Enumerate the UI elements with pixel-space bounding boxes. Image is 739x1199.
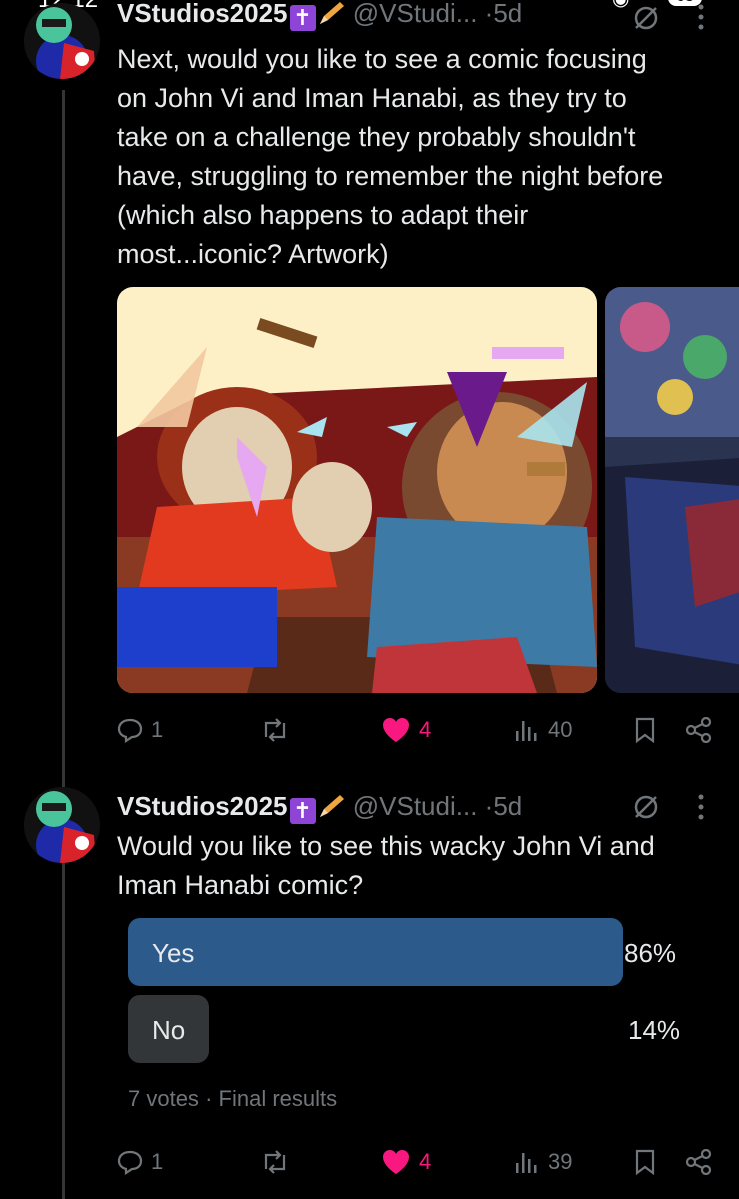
poll-option-label: No [152,1015,186,1045]
share-icon [685,717,712,743]
display-name[interactable]: VStudios2025 [117,791,288,821]
thread-connector-line [62,90,65,1199]
repost-button[interactable] [260,1142,298,1182]
avatar[interactable] [24,787,100,863]
bookmark-button[interactable] [633,1142,657,1182]
avatar-image [24,787,100,863]
poll-option-percent: 14% [628,1015,681,1045]
movie-poster-image [605,287,739,693]
tweet-actions: 1 4 40 [117,710,717,750]
reply-count: 1 [151,1149,164,1174]
tweet-actions: 1 4 39 [117,1142,717,1182]
view-count: 39 [548,1149,573,1174]
avatar[interactable] [24,3,100,79]
user-handle[interactable]: @VStudi... [353,791,478,821]
share-button[interactable] [685,710,713,750]
more-icon[interactable] [698,4,704,30]
tweet-text-line: Iman Hanabi comic? [117,870,364,900]
poll-option-percent: 86% [624,938,677,968]
media-image-artwork[interactable] [117,287,597,693]
bookmark-icon [635,1149,655,1175]
share-icon [685,1149,712,1175]
pencil-emoji-icon [319,795,344,817]
wifi-icon: ◉ [612,0,629,11]
display-name[interactable]: VStudios2025 [117,0,288,28]
bookmark-icon [635,717,655,743]
tweet-text-line: Next, would you like to see a comic focu… [117,44,647,74]
post-age[interactable]: 5d [493,791,522,821]
tweet-text-line: on John Vi and Iman Hanabi, as they try … [117,83,627,113]
battery-indicator: 63 [668,0,702,6]
reply-count: 1 [151,717,164,742]
tweet-text-line: have, struggling to remember the night b… [117,161,664,191]
like-icon [383,718,409,742]
views-icon [516,1153,537,1173]
media-image-second[interactable] [605,287,739,693]
cross-emoji: ✝ [289,798,316,824]
tweet-text-line: take on a challenge they probably should… [117,122,636,152]
poll-separator: · [205,1086,213,1111]
like-icon [383,1150,409,1174]
grok-icon[interactable] [632,4,660,32]
tweet-header: VStudios2025 ✝ @VStudi... ·5d [117,0,522,31]
views-icon [516,721,537,741]
tweet-text-line: (which also happens to adapt their [117,200,529,230]
tweet-header: VStudios2025 ✝ @VStudi... ·5d [117,791,522,824]
reply-icon [117,718,143,743]
repost-icon [264,718,286,742]
views-button[interactable]: 39 [514,1142,572,1182]
tweet-text: Next, would you like to see a comic focu… [117,40,663,274]
reply-button[interactable]: 1 [117,1142,163,1182]
like-count: 4 [419,1149,432,1174]
pencil-emoji-icon [319,2,344,24]
reply-button[interactable]: 1 [117,710,163,750]
more-icon[interactable] [698,794,704,820]
poll-option-label: Yes [152,938,195,968]
reply-icon [117,1150,143,1175]
comic-artwork-image [117,287,597,693]
avatar-image [24,3,100,79]
share-button[interactable] [685,1142,713,1182]
like-count: 4 [419,717,432,742]
poll-option-bar-yes [128,918,623,986]
cross-emoji: ✝ [289,5,316,31]
like-button[interactable]: 4 [381,1142,431,1182]
repost-button[interactable] [260,710,298,750]
tweet-text: Would you like to see this wacky John Vi… [117,827,655,905]
view-count: 40 [548,717,573,742]
poll-meta: 7 votes · Final results [128,1086,337,1112]
bookmark-button[interactable] [633,710,657,750]
user-handle[interactable]: @VStudi... [353,0,478,28]
like-button[interactable]: 4 [381,710,431,750]
poll-status: Final results [218,1086,338,1111]
tweet-text-line: Would you like to see this wacky John Vi… [117,831,655,861]
tweet-text-line: most...iconic? Artwork) [117,239,389,269]
poll-vote-count: 7 votes [128,1086,199,1111]
post-age[interactable]: 5d [493,0,522,28]
repost-icon [264,1150,286,1174]
grok-icon[interactable] [632,793,660,821]
views-button[interactable]: 40 [514,710,572,750]
